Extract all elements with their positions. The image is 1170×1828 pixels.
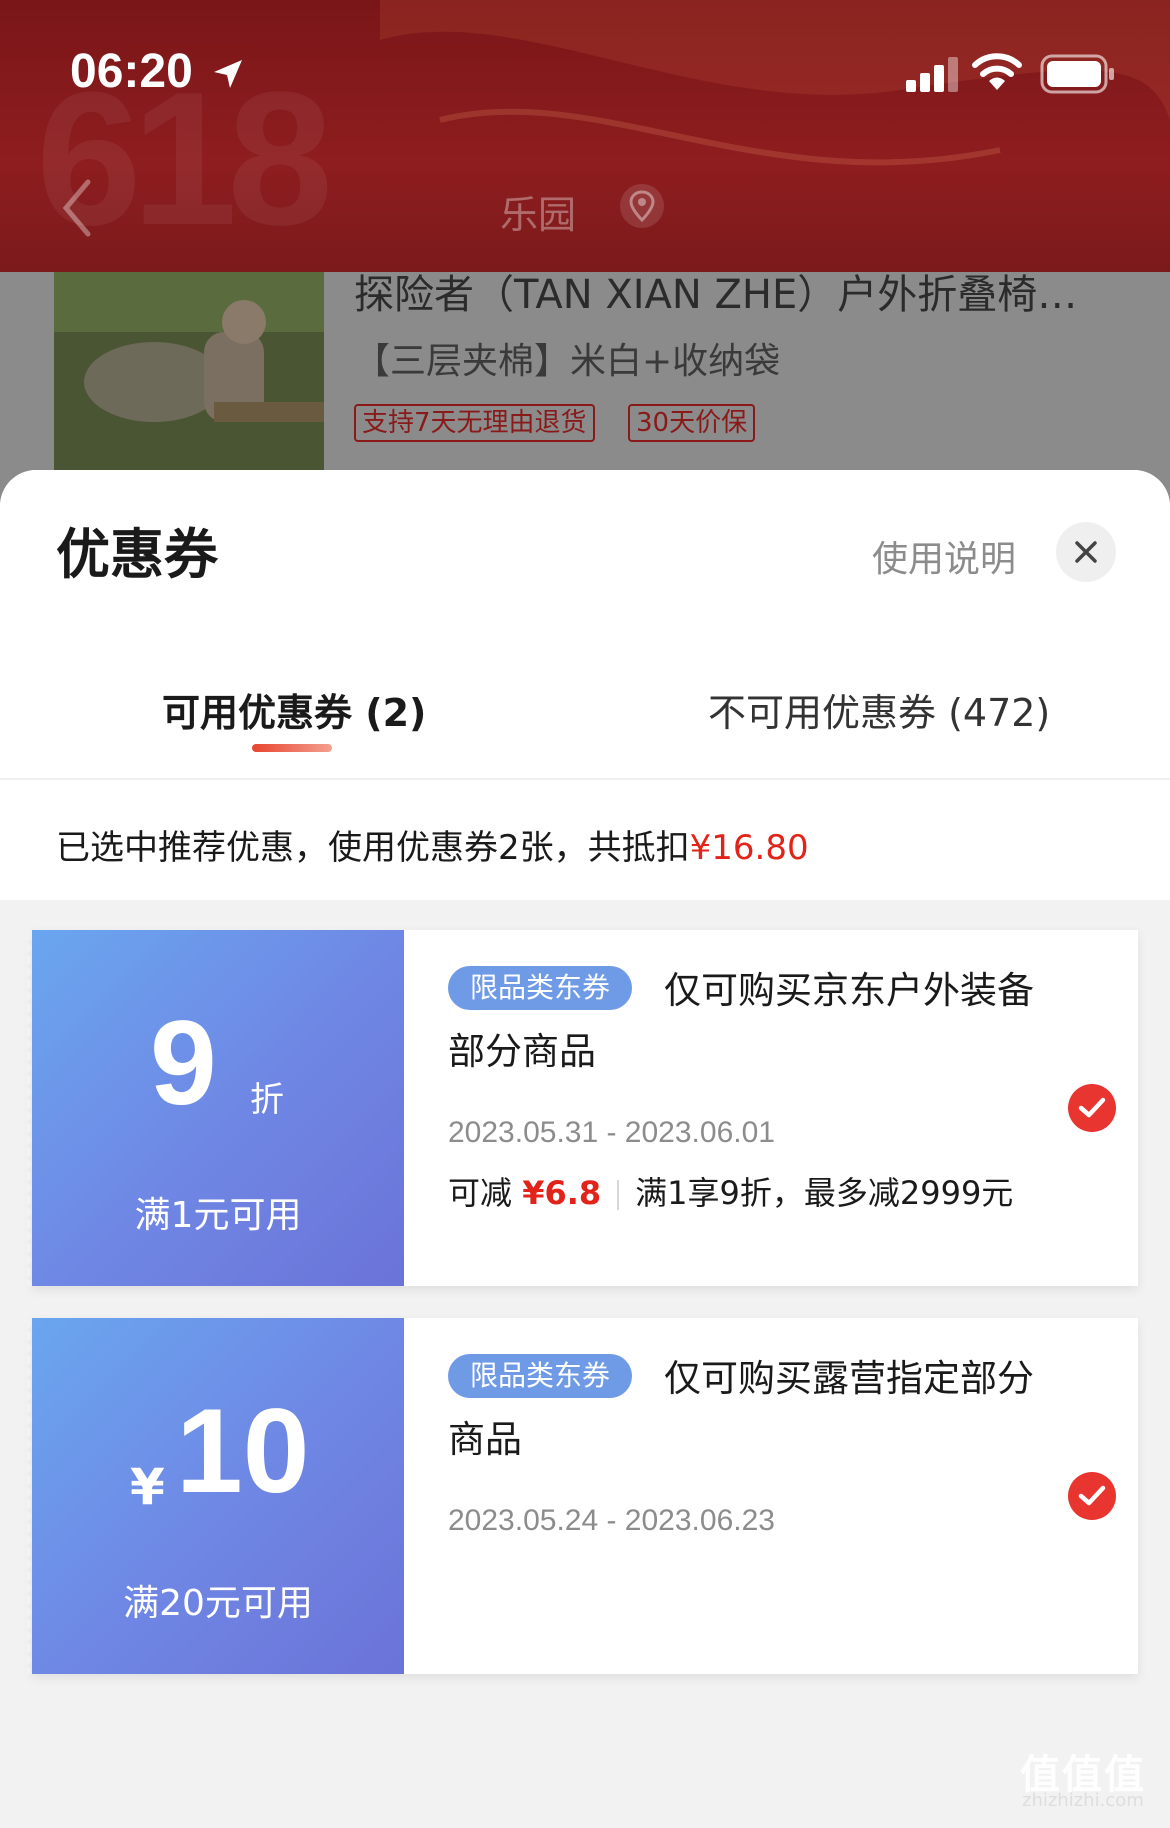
coupon-validity-dates: 2023.05.24 - 2023.06.23 xyxy=(448,1504,775,1537)
back-chevron-icon[interactable] xyxy=(60,178,94,238)
savings-amount: ¥6.8 xyxy=(522,1174,602,1212)
clock: 06:20 xyxy=(70,45,193,98)
coupon-sheet: 优惠券 使用说明 可用优惠券 (2) 不可用优惠券 (472) 已选中推荐优惠，… xyxy=(0,470,1170,1828)
coupon-validity-dates: 2023.05.31 - 2023.06.01 xyxy=(448,1116,775,1149)
coupon-description: 仅可购买露营指定部分 xyxy=(664,1357,1034,1400)
wifi-icon xyxy=(972,53,1022,90)
active-tab-indicator xyxy=(252,744,332,752)
coupon-value: 10 xyxy=(176,1384,310,1518)
sheet-title: 优惠券 xyxy=(56,523,218,586)
nav-title: 乐园 xyxy=(500,193,577,237)
coupon-description: 仅可购买京东户外装备 xyxy=(664,969,1034,1012)
checkmark-icon xyxy=(1078,1097,1106,1118)
selected-check-toggle[interactable] xyxy=(1068,1084,1116,1132)
discount-summary: 已选中推荐优惠，使用优惠券2张，共抵扣¥16.80 xyxy=(56,820,809,869)
summary-amount: ¥16.80 xyxy=(689,828,809,868)
coupon-description-cont: 商品 xyxy=(448,1418,522,1461)
map-pin-icon[interactable] xyxy=(618,182,666,230)
close-icon xyxy=(1075,541,1097,563)
product-title: 探险者（TAN XIAN ZHE）户外折叠椅… xyxy=(354,272,1078,318)
close-button[interactable] xyxy=(1056,522,1116,582)
coupon-value: 9 xyxy=(150,996,217,1130)
tab-unavailable-coupons[interactable]: 不可用优惠券 (472) xyxy=(708,682,1050,737)
coupon-value-panel: ¥ 10 满20元可用 xyxy=(26,1318,404,1674)
checkmark-icon xyxy=(1078,1485,1106,1506)
cellular-signal-icon xyxy=(906,57,958,92)
summary-text: 已选中推荐优惠，使用优惠券2张，共抵扣 xyxy=(56,828,690,868)
savings-label: 可减 xyxy=(448,1174,513,1212)
battery-icon xyxy=(1040,54,1114,94)
discount-rule: 满1享9折，最多减2999元 xyxy=(635,1174,1014,1212)
coupon-unit: 折 xyxy=(250,1080,284,1120)
usage-instructions-link[interactable]: 使用说明 xyxy=(872,530,1016,582)
coupon-type-badge: 限品类东券 xyxy=(448,966,633,1010)
selected-check-toggle[interactable] xyxy=(1068,1472,1116,1520)
coupon-card[interactable]: 9 折 满1元可用 限品类东券 仅可购买京东户外装备 部分商品 2023.05.… xyxy=(26,930,1138,1286)
product-spec: 【三层夹棉】米白+收纳袋 xyxy=(354,341,781,382)
divider xyxy=(0,778,1170,780)
coupon-description-cont: 部分商品 xyxy=(448,1030,596,1073)
product-image xyxy=(54,272,324,472)
tab-available-coupons[interactable]: 可用优惠券 (2) xyxy=(162,682,426,737)
location-arrow-icon xyxy=(214,60,242,88)
coupon-value-panel: 9 折 满1元可用 xyxy=(26,930,404,1286)
coupon-card[interactable]: ¥ 10 满20元可用 限品类东券 仅可购买露营指定部分 商品 2023.05.… xyxy=(26,1318,1138,1674)
coupon-type-badge: 限品类东券 xyxy=(448,1354,633,1398)
status-bar: 06:20 xyxy=(0,0,1170,150)
tag-return-policy: 支持7天无理由退货 xyxy=(354,404,595,442)
coupon-condition: 满1元可用 xyxy=(134,1195,302,1236)
currency-symbol: ¥ xyxy=(130,1458,165,1516)
separator xyxy=(617,1180,620,1210)
coupon-savings-detail: 可减 ¥6.8 满1享9折，最多减2999元 xyxy=(448,1168,1013,1214)
page-header: 618 06:20 乐园 xyxy=(0,0,1170,272)
site-watermark-url: zhizhizhi.com xyxy=(1022,1790,1144,1811)
tag-price-protection: 30天价保 xyxy=(628,404,756,442)
coupon-condition: 满20元可用 xyxy=(123,1583,313,1624)
